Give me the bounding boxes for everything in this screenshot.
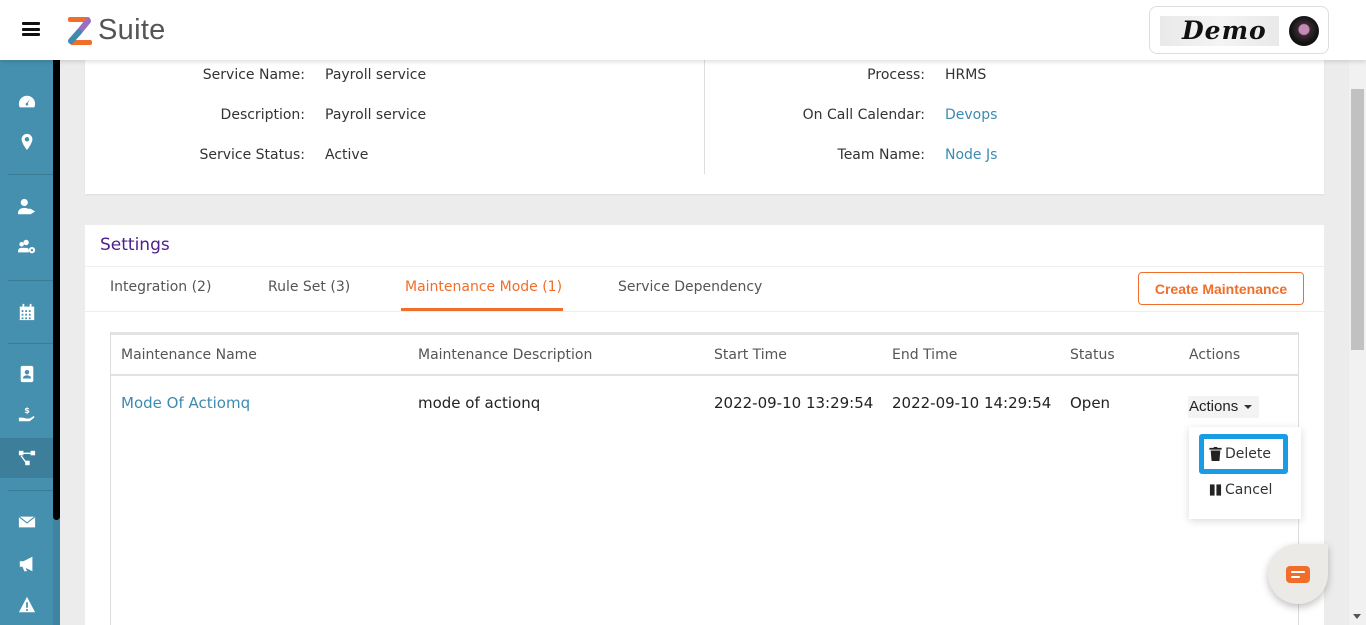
contact-book-icon: [20, 365, 33, 383]
sidebar-divider: [8, 280, 53, 281]
service-status-value: Active: [325, 147, 369, 163]
sidebar-item-alerts[interactable]: [0, 585, 53, 625]
tab-service-dependency[interactable]: Service Dependency: [618, 279, 762, 295]
create-maintenance-button[interactable]: Create Maintenance: [1138, 272, 1304, 305]
brand-name: Suite: [98, 14, 166, 46]
sidebar-divider: [8, 490, 53, 491]
maintenance-table: Maintenance Name Maintenance Description…: [110, 332, 1301, 625]
actions-label: Actions: [1189, 398, 1239, 415]
service-name-label: Service Name:: [202, 67, 305, 83]
user-tag-icon: [17, 198, 35, 215]
column-header-status: Status: [1070, 347, 1115, 363]
sidebar-divider: [8, 174, 53, 175]
description-value: Payroll service: [325, 107, 427, 123]
sidebar-item-users-settings[interactable]: [0, 227, 53, 267]
service-status-label: Service Status:: [199, 147, 305, 163]
caret-down-icon: [1244, 405, 1253, 410]
avatar[interactable]: [1289, 16, 1319, 46]
process-label: Process:: [867, 67, 925, 83]
sidebar-item-contacts[interactable]: [0, 354, 53, 394]
top-bar: Suite Demo: [0, 0, 1366, 60]
process-value: HRMS: [945, 67, 987, 83]
column-header-name: Maintenance Name: [121, 347, 257, 363]
column-header-end-time: End Time: [892, 347, 958, 363]
divider: [85, 266, 1324, 267]
service-info-card: Service Name: Payroll service Descriptio…: [85, 60, 1324, 194]
delete-label: Delete: [1225, 446, 1271, 462]
dashboard-gauge-icon: [18, 95, 35, 108]
sidebar-scrollbar-thumb[interactable]: [53, 60, 60, 520]
profile-menu[interactable]: Demo: [1149, 6, 1329, 54]
column-header-start-time: Start Time: [714, 347, 787, 363]
maintenance-description: mode of actionq: [418, 394, 541, 412]
sidebar-item-calendar[interactable]: [0, 292, 53, 332]
sidebar-item-user-tag[interactable]: [0, 187, 53, 227]
page-scrollbar-thumb[interactable]: [1351, 89, 1364, 350]
tab-rule-set[interactable]: Rule Set (3): [268, 279, 350, 295]
team-name-label: Team Name:: [837, 147, 925, 163]
chat-icon: [1286, 565, 1310, 583]
column-header-actions: Actions: [1189, 347, 1241, 363]
sidebar-item-billing[interactable]: $: [0, 394, 53, 434]
service-name-value: Payroll service: [325, 67, 427, 83]
start-time: 2022-09-10 13:29:54: [714, 394, 874, 412]
menu-item-cancel[interactable]: Cancel: [1209, 482, 1272, 498]
sidebar-divider: [8, 343, 53, 344]
tab-maintenance-mode[interactable]: Maintenance Mode (1): [405, 279, 562, 295]
actions-dropdown-menu: Delete Cancel: [1189, 427, 1301, 519]
hand-dollar-icon: $: [18, 405, 34, 422]
sidebar: $: [0, 60, 60, 625]
status: Open: [1070, 394, 1111, 412]
on-call-calendar-link[interactable]: Devops: [945, 107, 997, 123]
users-cog-icon: [17, 239, 35, 254]
sidebar-item-email[interactable]: [0, 502, 53, 542]
warning-icon: [18, 596, 35, 613]
app-logo[interactable]: Suite: [66, 14, 166, 47]
envelope-icon: [18, 516, 35, 528]
sidebar-item-announcements[interactable]: [0, 544, 53, 584]
svg-text:$: $: [24, 405, 30, 415]
cancel-label: Cancel: [1225, 482, 1273, 498]
scroll-down-arrow-icon[interactable]: [1353, 614, 1361, 619]
info-divider: [704, 60, 705, 174]
profile-name-banner: Demo: [1160, 16, 1279, 46]
sidebar-item-dashboard[interactable]: [0, 82, 53, 122]
sitemap-icon: [18, 450, 35, 466]
trash-icon: [1209, 447, 1222, 461]
megaphone-icon: [19, 556, 32, 572]
chat-widget-button[interactable]: [1268, 544, 1328, 604]
sidebar-item-location[interactable]: [0, 122, 53, 162]
team-name-link[interactable]: Node Js: [945, 147, 997, 163]
z-logo-icon: [68, 16, 92, 45]
maintenance-name-link[interactable]: Mode Of Actiomq: [121, 394, 250, 412]
calendar-icon: [19, 303, 34, 321]
menu-item-delete[interactable]: Delete: [1199, 434, 1288, 474]
tab-integration[interactable]: Integration (2): [110, 279, 211, 295]
end-time: 2022-09-10 14:29:54: [892, 394, 1052, 412]
sidebar-item-services[interactable]: [0, 438, 53, 478]
settings-title: Settings: [100, 235, 170, 255]
table-header: Maintenance Name Maintenance Description…: [111, 335, 1298, 376]
description-label: Description:: [220, 107, 305, 123]
column-header-description: Maintenance Description: [418, 347, 593, 363]
pause-icon: [1209, 484, 1222, 496]
settings-card: Settings Integration (2) Rule Set (3) Ma…: [85, 225, 1324, 625]
divider: [85, 311, 1324, 312]
hamburger-menu-icon[interactable]: [22, 22, 40, 36]
actions-dropdown-button[interactable]: Actions: [1188, 396, 1259, 418]
location-pin-icon: [21, 133, 32, 151]
on-call-calendar-label: On Call Calendar:: [802, 107, 925, 123]
